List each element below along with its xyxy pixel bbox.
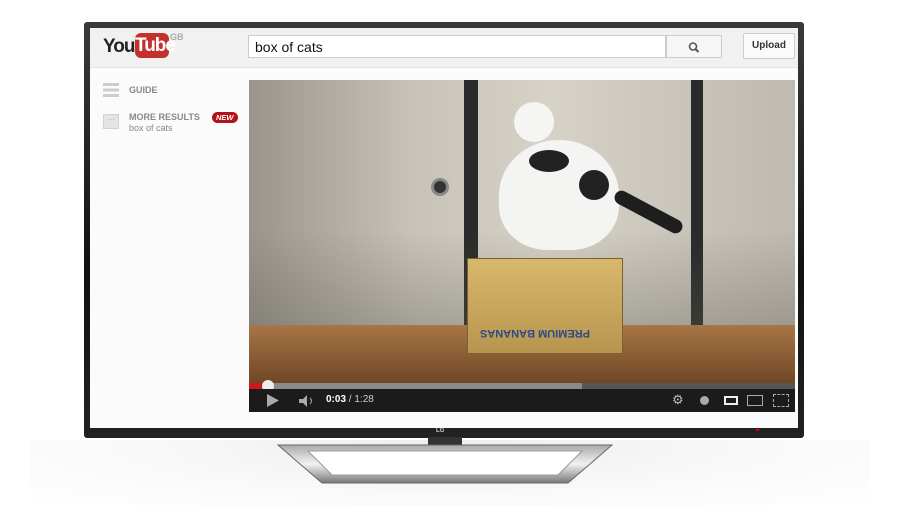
masthead: You Tube GB Upload [90, 28, 798, 68]
magnifier-icon [688, 42, 700, 53]
annotations-icon[interactable] [700, 396, 709, 405]
ellipsis-icon: ··· [103, 114, 119, 129]
cat-tail [612, 188, 685, 236]
hamburger-icon [103, 83, 119, 97]
new-badge: NEW [212, 112, 238, 123]
cat [499, 140, 619, 250]
fullscreen-icon[interactable] [773, 394, 789, 407]
large-player-icon[interactable] [747, 395, 763, 406]
cardboard-box: PREMIUM BANANAS [467, 258, 623, 354]
settings-gear-icon[interactable]: ⚙ [672, 392, 684, 408]
box-label: PREMIUM BANANAS [480, 327, 590, 339]
sidebar-item-label: MORE RESULTS [129, 112, 200, 122]
current-time: 0:03 [326, 394, 347, 405]
sidebar-item-sublabel: box of cats [129, 123, 173, 133]
tv-screen: You Tube GB Upload GUIDE ··· MORE RESULT… [90, 28, 798, 428]
small-player-icon[interactable] [724, 396, 738, 405]
video-player[interactable]: PREMIUM BANANAS 0:03 / 1:28 ⚙ [249, 80, 795, 412]
tv-stand [276, 437, 614, 484]
region-label: GB [170, 32, 184, 42]
duration: 1:28 [354, 394, 374, 405]
logo-tube[interactable]: Tube [135, 33, 176, 58]
time-display: 0:03 / 1:28 [326, 394, 374, 405]
volume-icon[interactable] [299, 395, 317, 407]
upload-button[interactable]: Upload [743, 33, 795, 59]
door-handle [431, 178, 449, 196]
search-input[interactable] [248, 35, 666, 58]
tv-brand-logo: LG [436, 428, 445, 434]
play-icon[interactable] [267, 394, 279, 407]
kitten [514, 102, 554, 142]
sidebar-item-label: GUIDE [129, 85, 158, 95]
control-bar: 0:03 / 1:28 ⚙ [249, 389, 795, 412]
power-led [756, 429, 759, 431]
logo-you[interactable]: You [103, 36, 136, 58]
search-button[interactable] [666, 35, 722, 58]
